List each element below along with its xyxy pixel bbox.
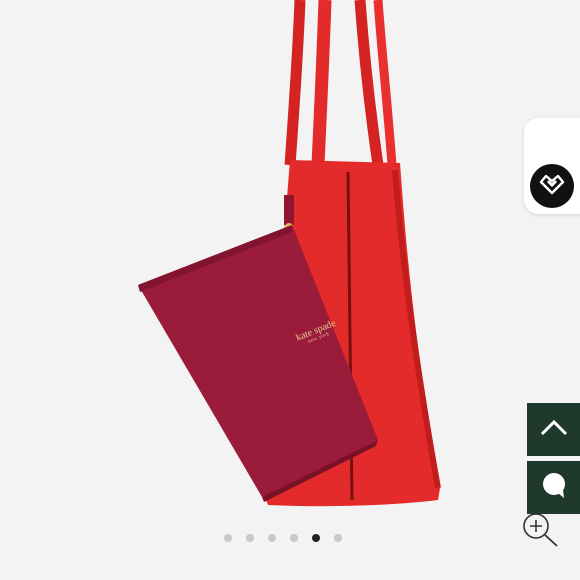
favorite-button[interactable]	[530, 164, 574, 208]
carousel-dots	[224, 532, 342, 544]
chat-button[interactable]	[527, 461, 580, 514]
chat-bubble-icon	[540, 471, 568, 504]
chevron-up-icon	[539, 417, 569, 442]
carousel-dot[interactable]	[246, 534, 254, 542]
favorite-card[interactable]	[524, 118, 580, 214]
zoom-button[interactable]	[518, 510, 562, 550]
carousel-dot[interactable]	[334, 534, 342, 542]
carousel-dot[interactable]	[290, 534, 298, 542]
carousel-dot[interactable]	[268, 534, 276, 542]
tote-bag-illustration	[138, 0, 441, 507]
scroll-to-top-button[interactable]	[527, 403, 580, 456]
carousel-dot[interactable]	[224, 534, 232, 542]
carousel-dot-active[interactable]	[312, 534, 320, 542]
heart-diamond-icon	[539, 173, 565, 200]
zoom-in-icon	[518, 513, 562, 554]
product-image: kate spade new york	[0, 0, 580, 580]
